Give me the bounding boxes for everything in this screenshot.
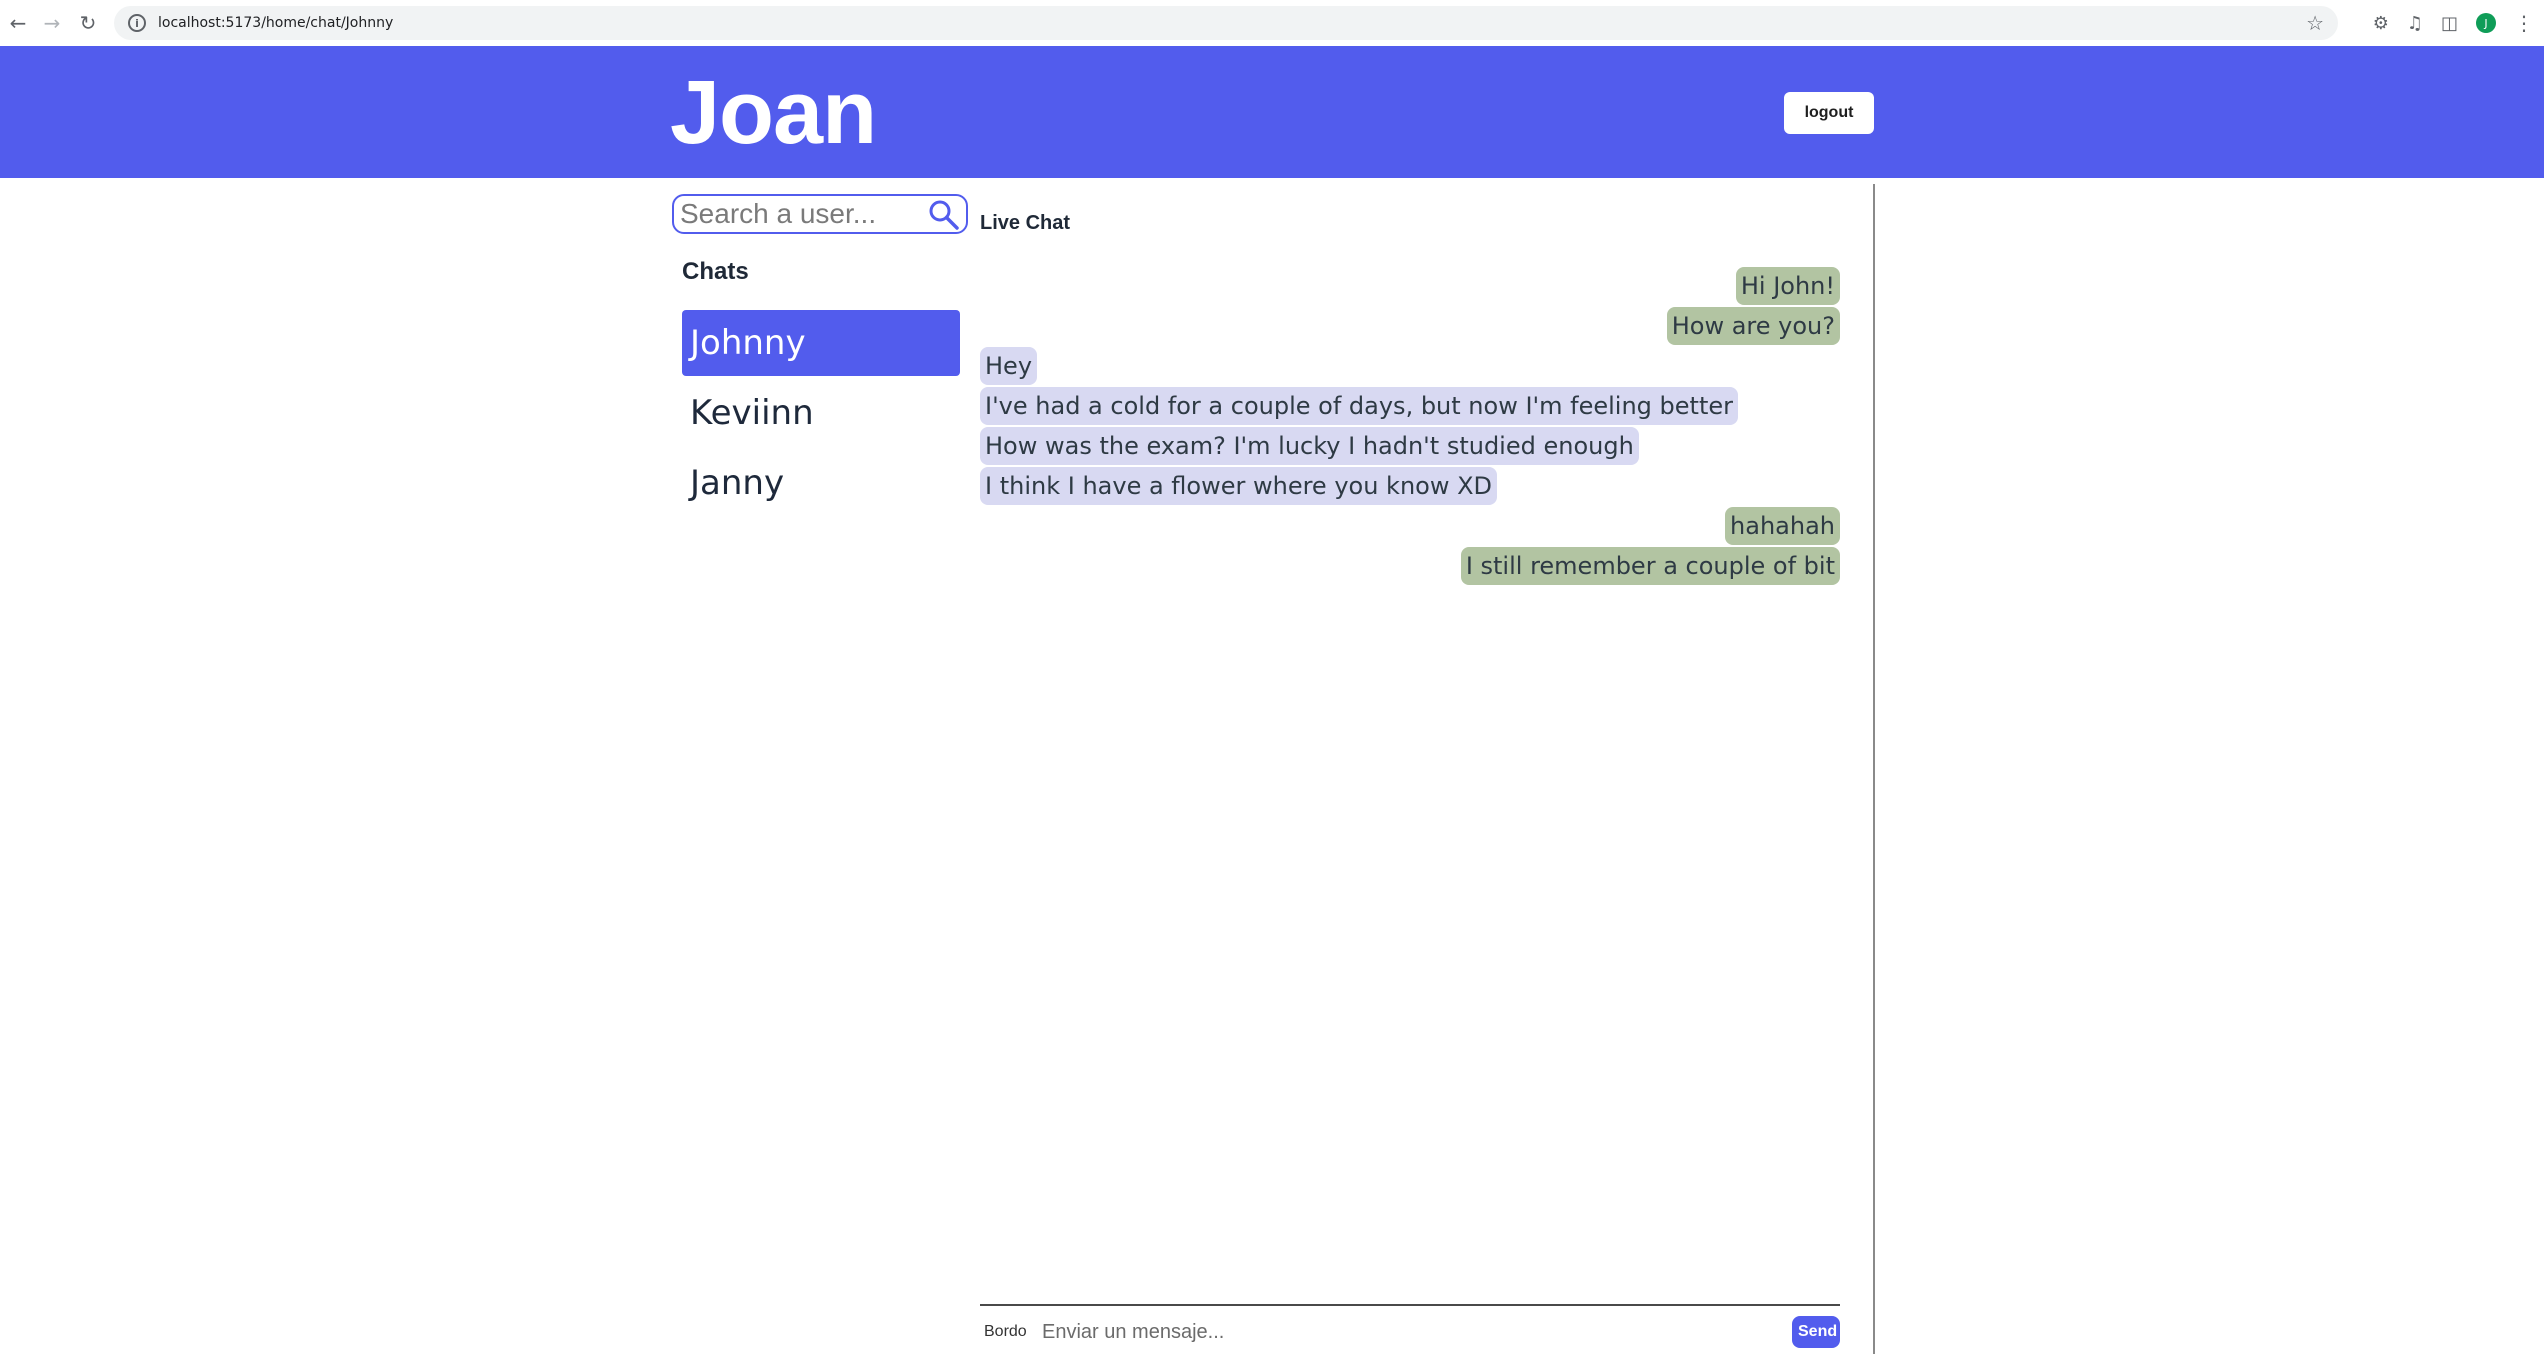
browser-toolbar: ← → ↻ i localhost:5173/home/chat/Johnny … — [0, 0, 2544, 46]
message-row: I think I have a flower where you know X… — [980, 466, 1840, 506]
media-control-icon[interactable]: ♫ — [2407, 13, 2423, 34]
forward-arrow-icon[interactable]: → — [34, 5, 70, 41]
message-row: Hey — [980, 346, 1840, 386]
sent-message-bubble: hahahah — [1725, 507, 1840, 545]
chat-item-johnny[interactable]: Johnny — [682, 310, 960, 376]
profile-avatar[interactable]: J — [2476, 13, 2496, 33]
browser-extension-area: ⚙ ♫ ◫ J ⋮ — [2373, 0, 2534, 46]
chat-item-janny[interactable]: Janny — [682, 450, 960, 516]
site-info-icon[interactable]: i — [128, 14, 146, 32]
search-icon[interactable] — [928, 199, 960, 231]
side-panel-icon[interactable]: ◫ — [2441, 13, 2458, 34]
send-button[interactable]: Send — [1792, 1316, 1840, 1348]
app-title: Joan — [670, 63, 877, 163]
composer-label: Bordo — [984, 1323, 1027, 1340]
received-message-bubble: I think I have a flower where you know X… — [980, 467, 1498, 505]
sent-message-bubble: How are you? — [1666, 307, 1840, 345]
chats-heading: Chats — [682, 258, 749, 285]
message-row: I still remember a couple of bit — [980, 546, 1840, 586]
user-search-input[interactable] — [678, 197, 918, 231]
extensions-puzzle-icon[interactable]: ⚙ — [2373, 13, 2389, 34]
received-message-bubble: Hey — [980, 347, 1038, 385]
app-header: Joan logout — [0, 46, 2544, 178]
chat-list: Johnny Keviinn Janny — [682, 310, 960, 520]
message-row: hahahah — [980, 506, 1840, 546]
received-message-bubble: How was the exam? I'm lucky I hadn't stu… — [980, 427, 1639, 465]
message-list: Hi John! How are you? Hey I've had a col… — [980, 266, 1840, 586]
sent-message-bubble: Hi John! — [1735, 267, 1840, 305]
back-arrow-icon[interactable]: ← — [0, 5, 36, 41]
logout-button[interactable]: logout — [1784, 92, 1874, 134]
bookmark-star-icon[interactable]: ☆ — [2306, 11, 2324, 35]
live-chat-title: Live Chat — [980, 212, 1071, 234]
sent-message-bubble: I still remember a couple of bit — [1460, 547, 1840, 585]
composer-divider — [980, 1304, 1840, 1306]
message-row: How was the exam? I'm lucky I hadn't stu… — [980, 426, 1840, 466]
message-row: How are you? — [980, 306, 1840, 346]
message-input[interactable] — [1040, 1314, 1780, 1350]
user-search-box — [672, 194, 968, 234]
message-row: I've had a cold for a couple of days, bu… — [980, 386, 1840, 426]
address-bar[interactable]: i localhost:5173/home/chat/Johnny ☆ — [114, 6, 2338, 40]
url-text: localhost:5173/home/chat/Johnny — [158, 15, 394, 31]
reload-icon[interactable]: ↻ — [70, 5, 106, 41]
panel-divider — [1873, 184, 1875, 1354]
menu-dots-icon[interactable]: ⋮ — [2514, 13, 2534, 33]
received-message-bubble: I've had a cold for a couple of days, bu… — [980, 387, 1738, 425]
chat-item-keviinn[interactable]: Keviinn — [682, 380, 960, 446]
message-row: Hi John! — [980, 266, 1840, 306]
